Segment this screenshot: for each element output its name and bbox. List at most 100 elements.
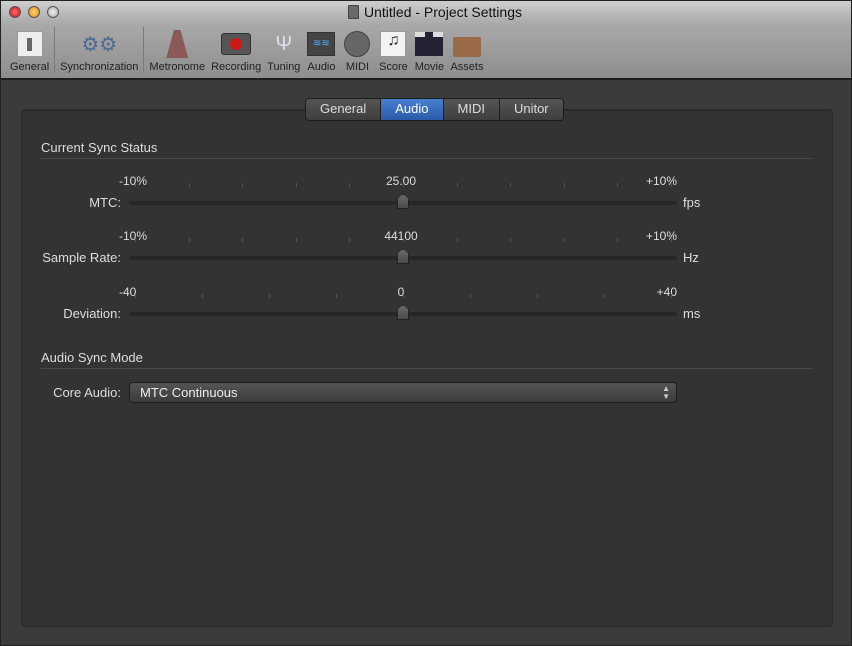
toolbar-label: Movie	[415, 61, 444, 73]
updown-arrows-icon: ▲▼	[662, 383, 670, 401]
toolbar-separator	[54, 27, 55, 73]
clapperboard-icon	[414, 29, 444, 59]
general-switch-icon	[15, 29, 45, 59]
slider-tick	[189, 238, 190, 242]
slider-mtc: MTC: fps -10% 25.00 +10%	[1, 177, 852, 217]
slider-label: MTC:	[89, 195, 121, 210]
slider-value-label: 44100	[384, 229, 417, 243]
slider-samplerate: Sample Rate: Hz -10% 44100 +10%	[1, 232, 852, 272]
toolbar-general[interactable]: General	[7, 29, 52, 73]
project-settings-window: Untitled - Project Settings General ⚙⚙ Sy…	[0, 0, 852, 646]
core-audio-select[interactable]: MTC Continuous ▲▼	[129, 382, 677, 403]
toolbar: General ⚙⚙ Synchronization Metronome Reco…	[7, 27, 486, 73]
slider-tick	[564, 183, 565, 187]
slider-tick	[604, 294, 605, 298]
slider-tick	[135, 238, 136, 242]
slider-tick	[189, 183, 190, 187]
window-title: Untitled - Project Settings	[1, 4, 851, 20]
slider-thumb[interactable]	[397, 194, 409, 209]
slider-tick	[510, 183, 511, 187]
toolbar-recording[interactable]: Recording	[208, 29, 264, 73]
slider-min-label: -10%	[119, 174, 147, 188]
toolbar-score[interactable]: ♫ Score	[375, 29, 411, 73]
tab-audio[interactable]: Audio	[381, 99, 443, 120]
slider-tick	[671, 294, 672, 298]
slider-label: Sample Rate:	[42, 250, 121, 265]
slider-tick	[135, 183, 136, 187]
slider-tick	[671, 183, 672, 187]
toolbar-label: Synchronization	[60, 61, 138, 73]
document-icon	[348, 5, 359, 19]
metronome-icon	[162, 29, 192, 59]
tab-bar: General Audio MIDI Unitor	[305, 98, 564, 121]
slider-tick	[470, 294, 471, 298]
slider-tick	[671, 238, 672, 242]
divider	[41, 158, 813, 159]
midi-port-icon	[342, 29, 372, 59]
tab-midi[interactable]: MIDI	[444, 99, 500, 120]
slider-unit: fps	[683, 195, 700, 210]
slider-tick	[269, 294, 270, 298]
slider-tick	[510, 238, 511, 242]
slider-tick	[537, 294, 538, 298]
toolbar-label: Audio	[307, 61, 335, 73]
core-audio-label: Core Audio:	[53, 385, 121, 400]
audio-sync-mode-heading: Audio Sync Mode	[41, 350, 143, 365]
slider-min-label: -40	[119, 285, 136, 299]
toolbar-movie[interactable]: Movie	[411, 29, 447, 73]
slider-tick	[349, 238, 350, 242]
briefcase-icon	[452, 29, 482, 59]
toolbar-metronome[interactable]: Metronome	[146, 29, 208, 73]
current-sync-status-heading: Current Sync Status	[41, 140, 157, 155]
tuning-fork-icon: Ψ	[269, 29, 299, 59]
slider-tick	[457, 183, 458, 187]
toolbar-label: Tuning	[267, 61, 300, 73]
slider-tick	[457, 238, 458, 242]
toolbar-separator	[143, 27, 144, 73]
slider-unit: Hz	[683, 250, 699, 265]
toolbar-label: Score	[379, 61, 408, 73]
slider-tick	[296, 238, 297, 242]
toolbar-label: Recording	[211, 61, 261, 73]
tab-general[interactable]: General	[306, 99, 381, 120]
slider-max-label: +10%	[646, 174, 677, 188]
slider-tick	[617, 183, 618, 187]
slider-tick	[403, 294, 404, 298]
toolbar-label: Assets	[450, 61, 483, 73]
waveform-icon: ≋≋	[306, 29, 336, 59]
tab-unitor[interactable]: Unitor	[500, 99, 563, 120]
toolbar-label: MIDI	[346, 61, 369, 73]
slider-tick	[403, 183, 404, 187]
slider-max-label: +40	[657, 285, 677, 299]
slider-tick	[242, 238, 243, 242]
slider-unit: ms	[683, 306, 700, 321]
slider-value-label: 25.00	[386, 174, 416, 188]
toolbar-synchronization[interactable]: ⚙⚙ Synchronization	[57, 29, 141, 73]
slider-label: Deviation:	[63, 306, 121, 321]
slider-tick	[349, 183, 350, 187]
core-audio-value: MTC Continuous	[140, 385, 238, 400]
record-icon	[221, 29, 251, 59]
toolbar-audio[interactable]: ≋≋ Audio	[303, 29, 339, 73]
toolbar-assets[interactable]: Assets	[447, 29, 486, 73]
slider-thumb[interactable]	[397, 249, 409, 264]
slider-tick	[617, 238, 618, 242]
slider-tick	[242, 183, 243, 187]
slider-deviation: Deviation: ms -40 0 +40	[1, 288, 852, 328]
toolbar-midi[interactable]: MIDI	[339, 29, 375, 73]
divider	[41, 368, 813, 369]
slider-thumb[interactable]	[397, 305, 409, 320]
slider-tick	[202, 294, 203, 298]
slider-min-label: -10%	[119, 229, 147, 243]
slider-tick	[135, 294, 136, 298]
toolbar-tuning[interactable]: Ψ Tuning	[264, 29, 303, 73]
titlebar: Untitled - Project Settings General ⚙⚙ Sy…	[1, 1, 851, 80]
score-icon: ♫	[378, 29, 408, 59]
slider-tick	[296, 183, 297, 187]
slider-max-label: +10%	[646, 229, 677, 243]
window-title-text: Untitled - Project Settings	[364, 4, 522, 20]
slider-tick	[336, 294, 337, 298]
slider-tick	[403, 238, 404, 242]
gears-icon: ⚙⚙	[84, 29, 114, 59]
slider-tick	[564, 238, 565, 242]
